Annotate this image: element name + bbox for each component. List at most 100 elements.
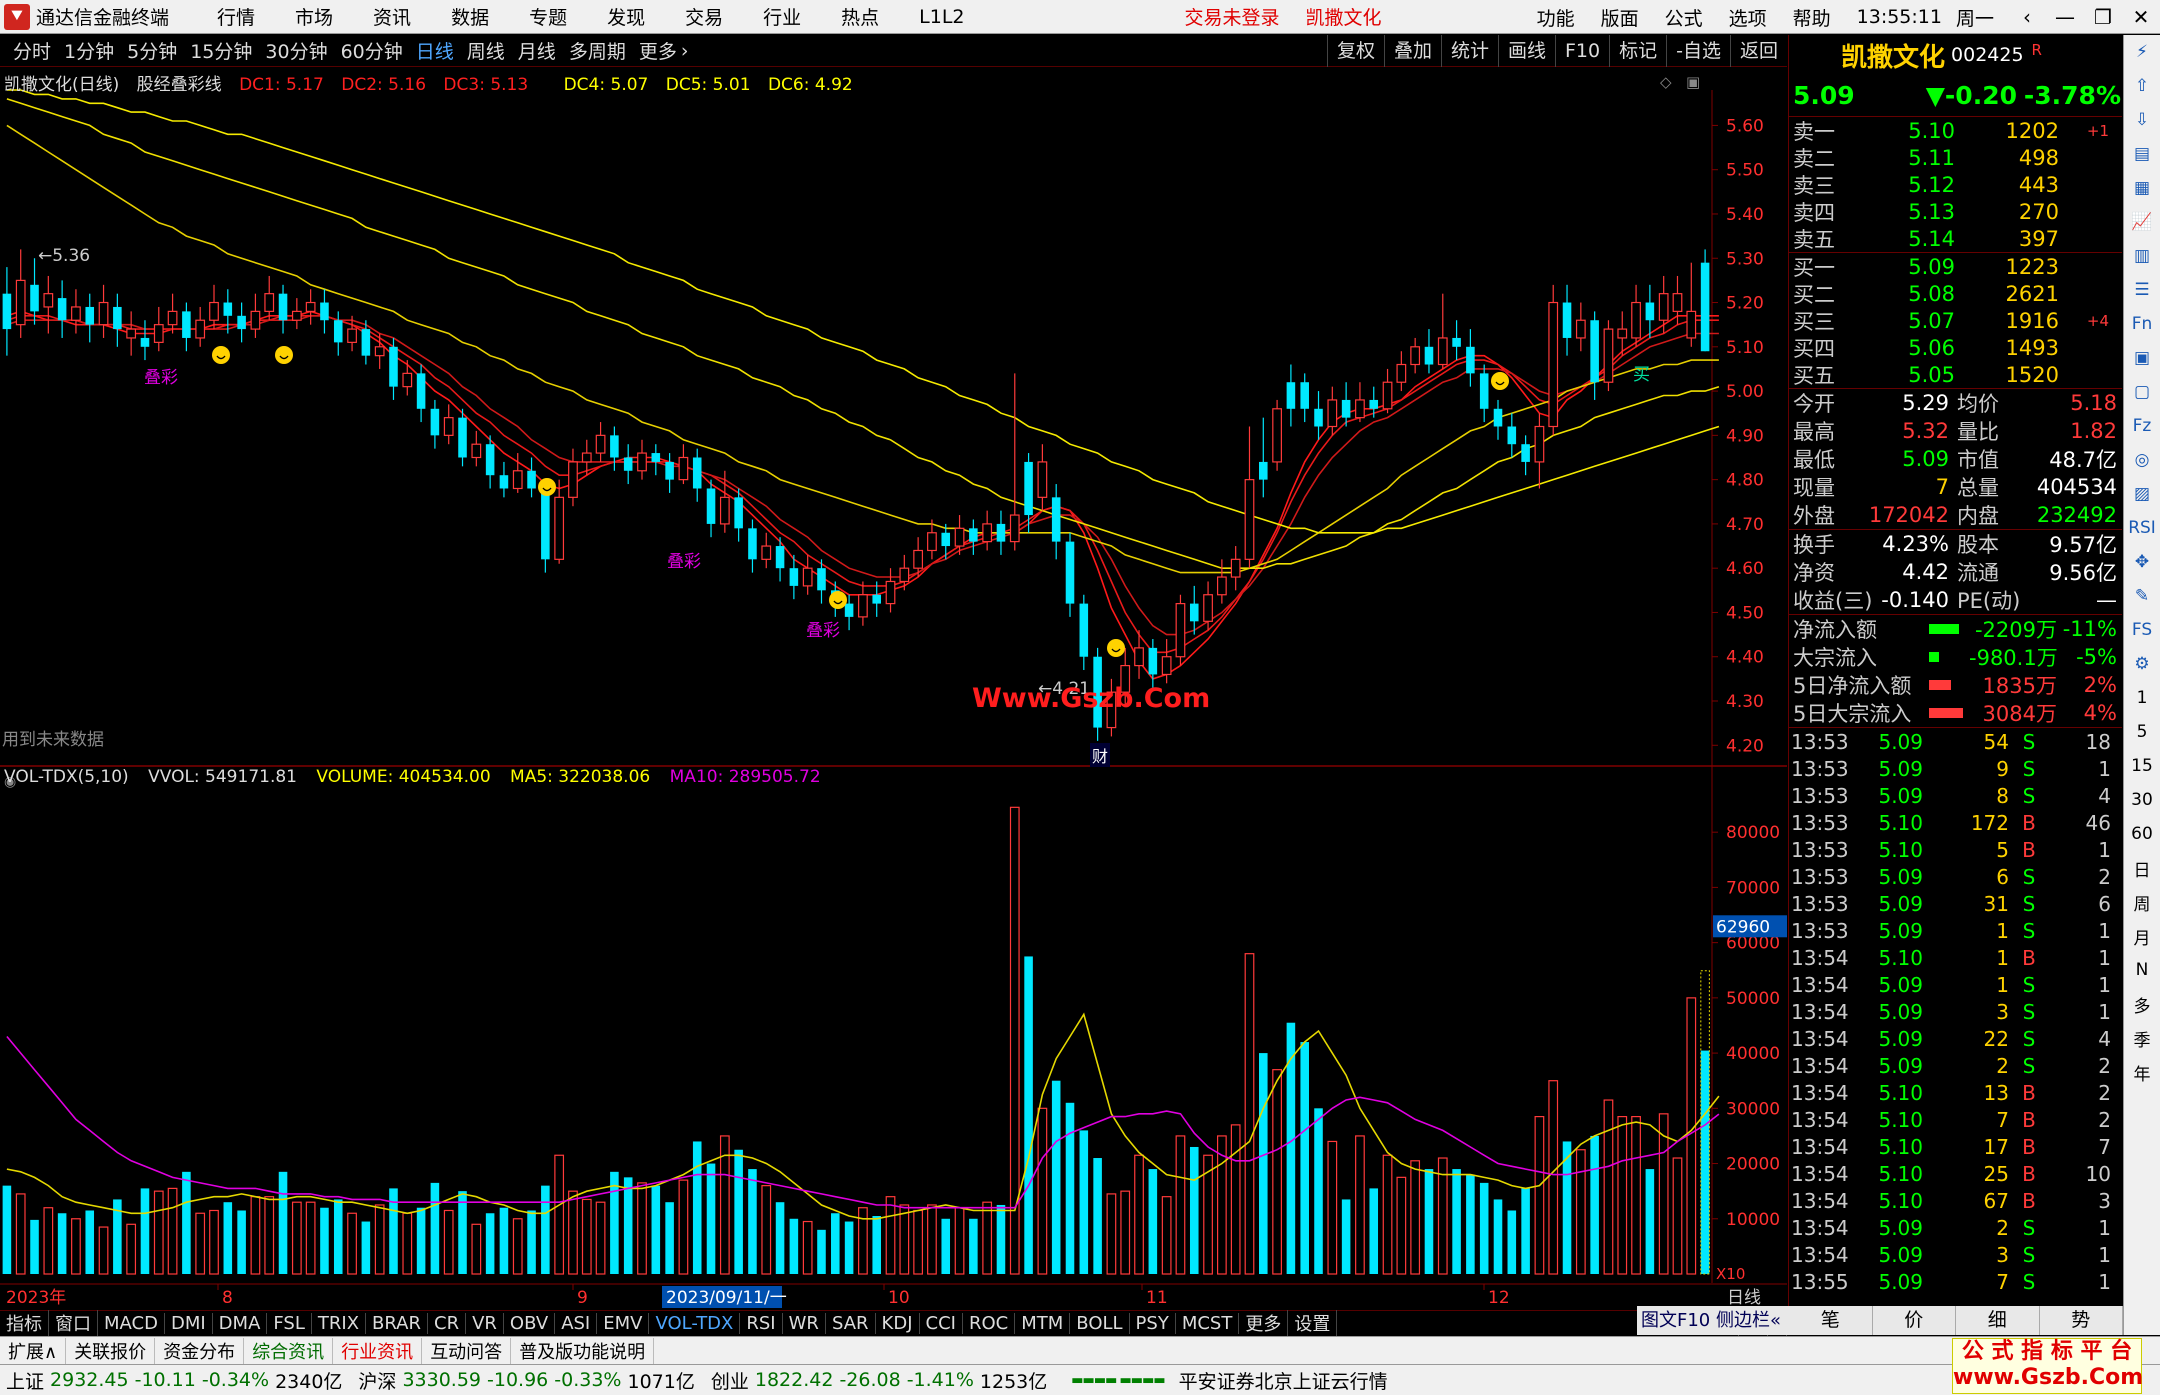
lightning-icon[interactable]: ⚡ [2124, 35, 2160, 69]
status-tab[interactable]: 扩展∧ [0, 1337, 67, 1364]
list-icon[interactable]: ☰ [2124, 273, 2160, 307]
indicator-tab[interactable]: RSI [740, 1312, 783, 1334]
finance-marker[interactable]: 财 [1090, 743, 1111, 767]
sell-level[interactable]: 卖一 5.10 1202 +1 [1789, 117, 2122, 144]
side-period-button[interactable]: 周 [2124, 885, 2160, 919]
index-name[interactable]: 上证 [6, 1367, 44, 1394]
btn-stats[interactable]: 统计 [1440, 35, 1498, 67]
indicator-tab[interactable]: OBV [504, 1312, 556, 1334]
indicator-tab[interactable]: DMA [213, 1312, 268, 1334]
status-tab[interactable]: 普及版功能说明 [511, 1337, 655, 1364]
flow-row[interactable]: 大宗流入 -980.1万 -5% [1789, 643, 2122, 671]
period-weekly[interactable]: 周线 [467, 37, 505, 64]
side-period-button[interactable]: 1 [2124, 681, 2160, 715]
period-60min[interactable]: 60分钟 [341, 37, 403, 64]
close-icon[interactable]: ✕ [2122, 5, 2160, 29]
period-monthly[interactable]: 月线 [518, 37, 556, 64]
indicator-tab[interactable]: CR [428, 1312, 467, 1334]
quote-tab[interactable]: 价 [1873, 1306, 1956, 1335]
kline-chart-area[interactable]: 5.60 5.50 5.40 5.30 5.20 5.10 5.00 4.90 4.80 4.70… [0, 68, 1787, 1315]
period-5min[interactable]: 5分钟 [127, 37, 177, 64]
restore-icon[interactable]: ❐ [2084, 5, 2122, 29]
indicator-tab[interactable]: SAR [826, 1312, 876, 1334]
indicator-tab[interactable]: WR [783, 1312, 826, 1334]
indicator-tab[interactable]: CCI [920, 1312, 963, 1334]
flow-row[interactable]: 净流入额 -2209万 -11% [1789, 615, 2122, 643]
menu-item-data[interactable]: 数据 [451, 3, 489, 30]
indicator-tab[interactable]: EMV [597, 1312, 650, 1334]
indicator-tab[interactable]: PSY [1130, 1312, 1176, 1334]
period-1min[interactable]: 1分钟 [64, 37, 114, 64]
btn-mark[interactable]: 标记 [1609, 35, 1666, 67]
quote-tab[interactable]: 势 [2040, 1306, 2123, 1335]
trade-login-status[interactable]: 交易未登录 [1185, 3, 1280, 30]
menu-item-l1l2[interactable]: L1L2 [919, 6, 964, 28]
btn-back[interactable]: 返回 [1729, 35, 1787, 67]
quote-tab[interactable]: 细 [1956, 1306, 2040, 1335]
menu-item-industry[interactable]: 行业 [763, 3, 801, 30]
btn-adjust[interactable]: 复权 [1326, 35, 1384, 67]
indicator-tab[interactable]: DMI [165, 1312, 213, 1334]
kline-chart-svg[interactable]: 5.60 5.50 5.40 5.30 5.20 5.10 5.00 4.90 4.80 4.70… [0, 68, 1787, 1310]
menu-item-discover[interactable]: 发现 [607, 3, 645, 30]
minimize-icon[interactable]: — [2046, 5, 2084, 29]
sell-level[interactable]: 卖二 5.11 498 [1789, 144, 2122, 171]
side-period-button[interactable]: 15 [2124, 749, 2160, 783]
side-period-button[interactable]: 月 [2124, 919, 2160, 953]
report-icon[interactable]: ▤ [2124, 137, 2160, 171]
menu-item-hot[interactable]: 热点 [841, 3, 879, 30]
menu-formula[interactable]: 公式 [1665, 4, 1703, 31]
indicator-tab[interactable]: VOL-TDX [649, 1312, 741, 1334]
panel-toggle-icon[interactable]: ▣ [1686, 73, 1700, 91]
side-period-button[interactable]: 多 [2124, 987, 2160, 1021]
legend-formula[interactable]: 股经叠彩线 [137, 75, 222, 95]
sell-level[interactable]: 卖三 5.12 443 [1789, 171, 2122, 198]
side-period-button[interactable]: 5 [2124, 715, 2160, 749]
period-multi[interactable]: 多周期 [569, 37, 626, 64]
buy-level[interactable]: 买四 5.06 1493 [1789, 334, 2122, 361]
down-arrow-icon[interactable]: ⇩ [2124, 103, 2160, 137]
status-tab[interactable]: 资金分布 [155, 1337, 245, 1364]
diamond-icon[interactable]: ◇ [1660, 73, 1672, 91]
buy-level[interactable]: 买一 5.09 1223 [1789, 253, 2122, 280]
line-chart-icon[interactable]: 📈 [2124, 205, 2160, 239]
buy-level[interactable]: 买五 5.05 1520 [1789, 361, 2122, 388]
menu-options[interactable]: 选项 [1729, 4, 1767, 31]
status-tab[interactable]: 互动问答 [422, 1337, 512, 1364]
sell-level[interactable]: 卖四 5.13 270 [1789, 198, 2122, 225]
fs-icon[interactable]: FS [2124, 613, 2160, 647]
grid-icon[interactable]: ▦ [2124, 171, 2160, 205]
indicator-tab[interactable]: ASI [555, 1312, 598, 1334]
indicator-tab[interactable]: KDJ [876, 1312, 920, 1334]
buy-level[interactable]: 买三 5.07 1916 +4 [1789, 307, 2122, 334]
quote-tab[interactable]: 笔 [1789, 1306, 1873, 1335]
legend-vol-name[interactable]: VOL-TDX(5,10) [4, 767, 129, 787]
move-icon[interactable]: ✥ [2124, 545, 2160, 579]
btn-f10[interactable]: F10 [1555, 35, 1609, 67]
menu-item-quotes[interactable]: 行情 [217, 3, 255, 30]
side-period-button[interactable]: 季 [2124, 1021, 2160, 1055]
file-icon[interactable]: ▢ [2124, 375, 2160, 409]
status-tab[interactable]: 关联报价 [66, 1337, 156, 1364]
indicator-tab[interactable]: VR [466, 1312, 504, 1334]
side-period-button[interactable]: 日 [2124, 851, 2160, 885]
menu-layout[interactable]: 版面 [1601, 4, 1639, 31]
indicator-tab[interactable]: BOLL [1070, 1312, 1130, 1334]
buy-level[interactable]: 买二 5.08 2621 [1789, 280, 2122, 307]
period-daily[interactable]: 日线 [416, 37, 454, 64]
menu-item-topics[interactable]: 专题 [529, 3, 567, 30]
index-name[interactable]: 创业 [711, 1367, 749, 1394]
status-tab[interactable]: 综合资讯 [244, 1337, 334, 1364]
indicator-tab[interactable]: ROC [963, 1312, 1016, 1334]
status-tab[interactable]: 行业资讯 [333, 1337, 423, 1364]
doc-icon[interactable]: ▣ [2124, 341, 2160, 375]
chart-icon[interactable]: ▨ [2124, 477, 2160, 511]
menu-item-trade[interactable]: 交易 [685, 3, 723, 30]
tick-list[interactable]: 13:53 5.09 54 S 18 13:53 5.09 9 S 1 13:53 5.09 8 S 4 13… [1789, 728, 2122, 1295]
flow-row[interactable]: 5日大宗流入 3084万 4% [1789, 699, 2122, 727]
indicator-tab[interactable]: FSL [267, 1312, 312, 1334]
back-arrow-icon[interactable]: ‹ [2008, 5, 2046, 29]
menu-help[interactable]: 帮助 [1793, 4, 1831, 31]
rsi-icon[interactable]: RSI [2124, 511, 2160, 545]
pen-icon[interactable]: ✎ [2124, 579, 2160, 613]
